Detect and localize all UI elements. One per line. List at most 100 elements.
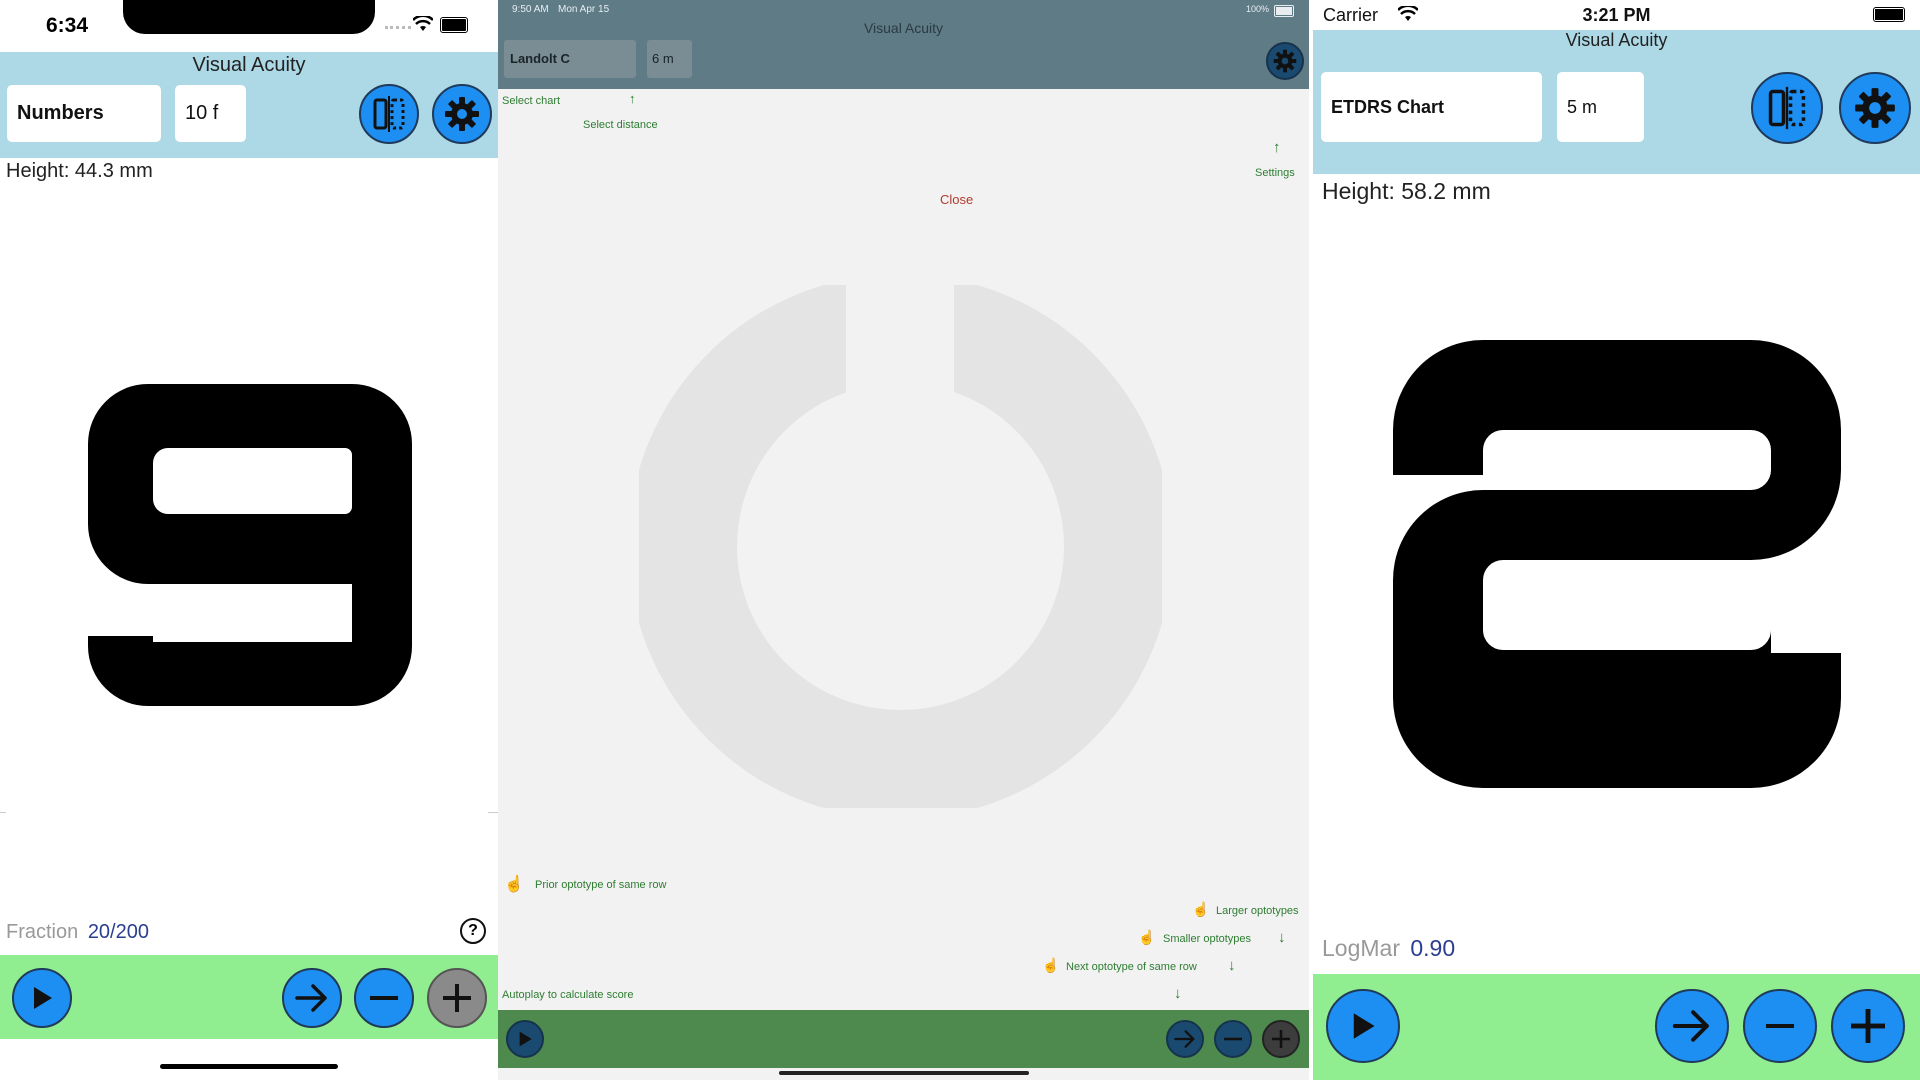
arrow-down-icon: ↓ xyxy=(1174,985,1182,1002)
bottom-toolbar xyxy=(1313,974,1920,1080)
score-label: Fraction xyxy=(6,921,79,943)
arrow-right-icon xyxy=(1672,1010,1709,1042)
battery-icon xyxy=(440,17,468,33)
settings-button[interactable] xyxy=(432,84,492,144)
larger-button[interactable] xyxy=(427,968,487,1028)
score-row: LogMar 0.90 xyxy=(1322,935,1455,962)
minus-icon xyxy=(370,996,398,1000)
arrow-right-icon xyxy=(295,984,327,1012)
tablet-screen-landolt: 9:50 AM Mon Apr 15 100% Visual Acuity La… xyxy=(498,0,1309,1080)
battery-icon xyxy=(1873,7,1905,22)
next-optotype-button[interactable] xyxy=(1655,989,1729,1063)
chart-select[interactable]: ETDRS Chart xyxy=(1321,72,1542,142)
tap-hand-icon: ☝ xyxy=(504,876,524,893)
annotation-next-same-row: Next optotype of same row xyxy=(1066,961,1197,973)
tap-hand-icon: ☝ xyxy=(1138,929,1156,945)
larger-button[interactable] xyxy=(1262,1020,1300,1058)
home-indicator xyxy=(160,1064,338,1069)
settings-button[interactable] xyxy=(1839,72,1911,144)
minus-icon xyxy=(1766,1024,1794,1028)
phone-screen-numbers: 6:34 Visual Acuity Numbers 10 f Height: … xyxy=(0,0,498,1080)
gear-icon xyxy=(1273,49,1297,73)
status-battery-text: 100% xyxy=(1246,4,1270,14)
app-header: Visual Acuity Landolt C 6 m xyxy=(498,20,1309,89)
score-row: Fraction 20/200 xyxy=(6,921,149,944)
score-value: 20/200 xyxy=(87,921,149,943)
gear-icon xyxy=(1855,88,1895,128)
score-label: LogMar xyxy=(1322,935,1400,961)
optotype-nine xyxy=(88,384,412,706)
plus-icon xyxy=(443,984,471,1012)
height-label: Height: 44.3 mm xyxy=(6,160,153,182)
play-button[interactable] xyxy=(12,968,72,1028)
chart-select[interactable]: Landolt C xyxy=(504,40,636,78)
settings-button[interactable] xyxy=(1266,42,1304,80)
battery-icon xyxy=(1274,5,1294,17)
minus-icon xyxy=(1224,1037,1242,1041)
annotation-prior-optotype: Prior optotype of same row xyxy=(535,879,667,891)
height-label: Height: 58.2 mm xyxy=(1322,178,1491,204)
annotation-larger: Larger optotypes xyxy=(1216,905,1299,917)
mirror-button[interactable] xyxy=(1751,72,1823,144)
arrow-up-icon: ↑ xyxy=(1273,139,1281,156)
smaller-button[interactable] xyxy=(1214,1020,1252,1058)
help-button[interactable]: ? xyxy=(460,918,486,944)
chart-select[interactable]: Numbers xyxy=(7,85,161,142)
plus-icon xyxy=(1272,1030,1290,1048)
plus-icon xyxy=(1851,1009,1885,1043)
wifi-icon xyxy=(413,16,433,31)
score-value: 0.90 xyxy=(1410,935,1456,961)
smaller-button[interactable] xyxy=(1743,989,1817,1063)
arrow-down-icon: ↓ xyxy=(1228,957,1236,974)
play-button[interactable] xyxy=(1326,989,1400,1063)
gear-icon xyxy=(445,97,479,131)
divider-left xyxy=(0,812,6,813)
annotation-smaller: Smaller optotypes xyxy=(1163,933,1252,945)
arrow-up-icon: ↑ xyxy=(629,91,636,106)
next-optotype-button[interactable] xyxy=(282,968,342,1028)
status-bar: 6:34 xyxy=(0,0,498,52)
landolt-c-optotype xyxy=(628,274,1173,819)
next-optotype-button[interactable] xyxy=(1166,1020,1204,1058)
play-icon xyxy=(34,987,52,1009)
mirror-icon xyxy=(1768,86,1806,130)
status-time: 6:34 xyxy=(46,14,89,37)
status-bar: 9:50 AM Mon Apr 15 100% xyxy=(498,0,1309,20)
close-overlay-button[interactable]: Close xyxy=(940,192,973,207)
app-header: Visual Acuity Numbers 10 f xyxy=(0,52,498,158)
mirror-button[interactable] xyxy=(359,84,419,144)
tap-hand-icon: ☝ xyxy=(1192,901,1210,917)
bottom-toolbar xyxy=(0,955,498,1039)
annotation-select-chart: Select chart xyxy=(502,95,561,107)
divider-right xyxy=(488,812,498,813)
annotation-settings: Settings xyxy=(1255,167,1295,179)
distance-select[interactable]: 10 f xyxy=(175,85,246,142)
play-icon xyxy=(1353,1013,1375,1039)
smaller-button[interactable] xyxy=(354,968,414,1028)
annotation-autoplay: Autoplay to calculate score xyxy=(502,989,634,1001)
arrow-right-icon xyxy=(1174,1030,1195,1048)
status-time: 3:21 PM xyxy=(1582,5,1651,25)
phone-screen-etdrs: Carrier 3:21 PM Visual Acuity ETDRS Char… xyxy=(1313,0,1920,1080)
play-icon xyxy=(519,1031,532,1047)
distance-select[interactable]: 6 m xyxy=(647,40,692,78)
app-title: Visual Acuity xyxy=(1565,30,1668,50)
play-button[interactable] xyxy=(506,1020,544,1058)
larger-button[interactable] xyxy=(1831,989,1905,1063)
annotation-select-distance: Select distance xyxy=(583,119,658,131)
bottom-toolbar xyxy=(498,1010,1309,1068)
app-title: Visual Acuity xyxy=(863,20,944,36)
status-time: 9:50 AM xyxy=(512,4,549,15)
app-header: Visual Acuity ETDRS Chart 5 m xyxy=(1313,30,1920,174)
notch xyxy=(123,0,375,34)
cellular-icon xyxy=(385,26,411,33)
distance-select[interactable]: 5 m xyxy=(1557,72,1644,142)
arrow-down-icon: ↓ xyxy=(1278,929,1286,946)
tap-hand-icon: ☝ xyxy=(1042,957,1060,973)
status-bar: Carrier 3:21 PM xyxy=(1313,0,1920,30)
home-indicator xyxy=(779,1071,1029,1075)
mirror-icon xyxy=(373,96,405,132)
app-title: Visual Acuity xyxy=(192,54,306,76)
optotype-two xyxy=(1393,340,1841,788)
status-date: Mon Apr 15 xyxy=(558,4,610,15)
